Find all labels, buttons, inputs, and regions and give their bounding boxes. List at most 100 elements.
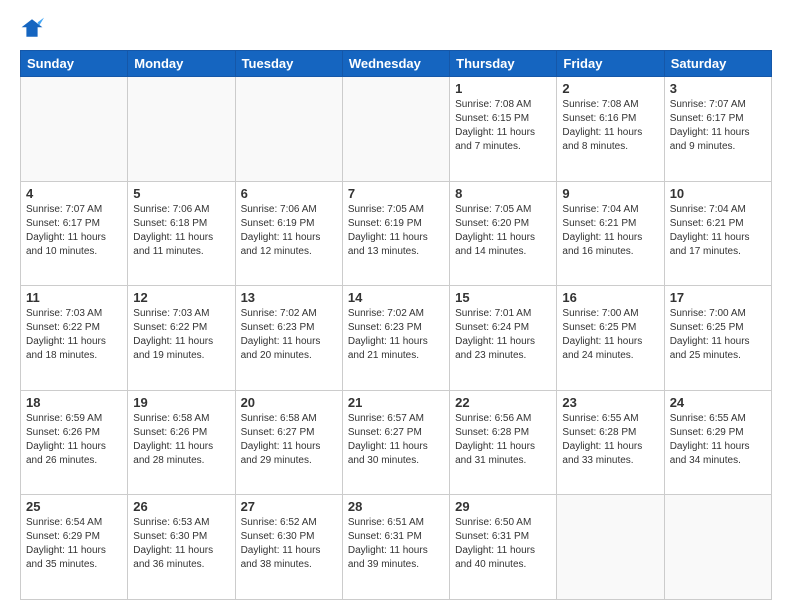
calendar-cell: 20Sunrise: 6:58 AM Sunset: 6:27 PM Dayli… xyxy=(235,390,342,495)
calendar-cell: 7Sunrise: 7:05 AM Sunset: 6:19 PM Daylig… xyxy=(342,181,449,286)
calendar-cell: 15 Sunrise: 7:01 AM Sunset: 6:24 PM Dayli… xyxy=(450,286,557,391)
day-info: Sunrise: 6:52 AM Sunset: 6:30 PM Dayligh… xyxy=(241,516,337,572)
calendar-cell xyxy=(342,77,449,182)
day-info: Sunrise: 7:03 AM Sunset: 6:22 PM Dayligh… xyxy=(133,307,229,363)
calendar-cell: 1Sunrise: 7:08 AM Sunset: 6:15 PM Daylig… xyxy=(450,77,557,182)
calendar-cell: 23 Sunrise: 6:55 AM Sunset: 6:28 PM Dayli… xyxy=(557,390,664,495)
day-number: 28 xyxy=(348,499,444,514)
day-info: Sunrise: 7:02 AM Sunset: 6:23 PM Dayligh… xyxy=(348,307,444,363)
day-header-row: SundayMondayTuesdayWednesdayThursdayFrid… xyxy=(21,51,772,77)
day-number: 3 xyxy=(670,81,766,96)
calendar-cell: 8Sunrise: 7:05 AM Sunset: 6:20 PM Daylig… xyxy=(450,181,557,286)
day-number: 14 xyxy=(348,290,444,305)
calendar-cell: 16 Sunrise: 7:00 AM Sunset: 6:25 PM Dayli… xyxy=(557,286,664,391)
calendar-cell: 6 Sunrise: 7:06 AM Sunset: 6:19 PM Daylig… xyxy=(235,181,342,286)
calendar-cell: 2 Sunrise: 7:08 AM Sunset: 6:16 PM Daylig… xyxy=(557,77,664,182)
day-number: 15 xyxy=(455,290,551,305)
day-number: 27 xyxy=(241,499,337,514)
day-info: Sunrise: 7:02 AM Sunset: 6:23 PM Dayligh… xyxy=(241,307,337,363)
day-header-thursday: Thursday xyxy=(450,51,557,77)
day-number: 17 xyxy=(670,290,766,305)
week-row-1: 4 Sunrise: 7:07 AM Sunset: 6:17 PM Daylig… xyxy=(21,181,772,286)
day-number: 9 xyxy=(562,186,658,201)
calendar-cell xyxy=(664,495,771,600)
day-number: 16 xyxy=(562,290,658,305)
day-info: Sunrise: 7:01 AM Sunset: 6:24 PM Dayligh… xyxy=(455,307,551,363)
calendar-cell xyxy=(235,77,342,182)
calendar-cell: 19 Sunrise: 6:58 AM Sunset: 6:26 PM Dayli… xyxy=(128,390,235,495)
calendar-cell: 27 Sunrise: 6:52 AM Sunset: 6:30 PM Dayli… xyxy=(235,495,342,600)
day-info: Sunrise: 6:57 AM Sunset: 6:27 PM Dayligh… xyxy=(348,412,444,468)
day-info: Sunrise: 7:00 AM Sunset: 6:25 PM Dayligh… xyxy=(670,307,766,363)
day-info: Sunrise: 6:54 AM Sunset: 6:29 PM Dayligh… xyxy=(26,516,122,572)
day-number: 21 xyxy=(348,395,444,410)
calendar-cell: 11Sunrise: 7:03 AM Sunset: 6:22 PM Dayli… xyxy=(21,286,128,391)
day-number: 10 xyxy=(670,186,766,201)
calendar-cell: 5 Sunrise: 7:06 AM Sunset: 6:18 PM Daylig… xyxy=(128,181,235,286)
day-info: Sunrise: 6:56 AM Sunset: 6:28 PM Dayligh… xyxy=(455,412,551,468)
day-number: 12 xyxy=(133,290,229,305)
day-header-wednesday: Wednesday xyxy=(342,51,449,77)
week-row-0: 1Sunrise: 7:08 AM Sunset: 6:15 PM Daylig… xyxy=(21,77,772,182)
day-info: Sunrise: 6:50 AM Sunset: 6:31 PM Dayligh… xyxy=(455,516,551,572)
day-number: 13 xyxy=(241,290,337,305)
day-info: Sunrise: 7:06 AM Sunset: 6:19 PM Dayligh… xyxy=(241,203,337,259)
header xyxy=(20,16,772,40)
calendar-cell: 26Sunrise: 6:53 AM Sunset: 6:30 PM Dayli… xyxy=(128,495,235,600)
day-number: 18 xyxy=(26,395,122,410)
day-info: Sunrise: 7:00 AM Sunset: 6:25 PM Dayligh… xyxy=(562,307,658,363)
calendar-cell: 4 Sunrise: 7:07 AM Sunset: 6:17 PM Daylig… xyxy=(21,181,128,286)
day-info: Sunrise: 6:55 AM Sunset: 6:29 PM Dayligh… xyxy=(670,412,766,468)
calendar-cell xyxy=(557,495,664,600)
day-info: Sunrise: 6:59 AM Sunset: 6:26 PM Dayligh… xyxy=(26,412,122,468)
calendar-cell: 3 Sunrise: 7:07 AM Sunset: 6:17 PM Daylig… xyxy=(664,77,771,182)
calendar-cell: 25 Sunrise: 6:54 AM Sunset: 6:29 PM Dayli… xyxy=(21,495,128,600)
day-header-saturday: Saturday xyxy=(664,51,771,77)
day-number: 5 xyxy=(133,186,229,201)
day-info: Sunrise: 7:07 AM Sunset: 6:17 PM Dayligh… xyxy=(26,203,122,259)
week-row-3: 18 Sunrise: 6:59 AM Sunset: 6:26 PM Dayli… xyxy=(21,390,772,495)
week-row-4: 25 Sunrise: 6:54 AM Sunset: 6:29 PM Dayli… xyxy=(21,495,772,600)
day-info: Sunrise: 6:55 AM Sunset: 6:28 PM Dayligh… xyxy=(562,412,658,468)
day-number: 6 xyxy=(241,186,337,201)
calendar-body: 1Sunrise: 7:08 AM Sunset: 6:15 PM Daylig… xyxy=(21,77,772,600)
day-info: Sunrise: 6:58 AM Sunset: 6:27 PM Dayligh… xyxy=(241,412,337,468)
day-number: 25 xyxy=(26,499,122,514)
day-number: 19 xyxy=(133,395,229,410)
day-info: Sunrise: 7:07 AM Sunset: 6:17 PM Dayligh… xyxy=(670,98,766,154)
day-number: 22 xyxy=(455,395,551,410)
day-number: 1 xyxy=(455,81,551,96)
calendar-cell: 21 Sunrise: 6:57 AM Sunset: 6:27 PM Dayli… xyxy=(342,390,449,495)
day-number: 26 xyxy=(133,499,229,514)
week-row-2: 11 Sunrise: 7:03 AM Sunset: 6:22 PM Dayli… xyxy=(21,286,772,391)
calendar-cell: 14 Sunrise: 7:02 AM Sunset: 6:23 PM Dayli… xyxy=(342,286,449,391)
day-number: 23 xyxy=(562,395,658,410)
day-number: 4 xyxy=(26,186,122,201)
logo xyxy=(20,16,48,40)
day-info: Sunrise: 7:08 AM Sunset: 6:16 PM Dayligh… xyxy=(562,98,658,154)
day-number: 24 xyxy=(670,395,766,410)
calendar-cell: 29Sunrise: 6:50 AM Sunset: 6:31 PM Dayli… xyxy=(450,495,557,600)
day-number: 2 xyxy=(562,81,658,96)
calendar-cell: 24 Sunrise: 6:55 AM Sunset: 6:29 PM Dayli… xyxy=(664,390,771,495)
day-info: Sunrise: 6:58 AM Sunset: 6:26 PM Dayligh… xyxy=(133,412,229,468)
page: SundayMondayTuesdayWednesdayThursdayFrid… xyxy=(0,0,792,612)
day-number: 8 xyxy=(455,186,551,201)
day-number: 7 xyxy=(348,186,444,201)
calendar-cell: 17 Sunrise: 7:00 AM Sunset: 6:25 PM Dayli… xyxy=(664,286,771,391)
calendar-cell xyxy=(21,77,128,182)
day-info: Sunrise: 7:04 AM Sunset: 6:21 PM Dayligh… xyxy=(670,203,766,259)
calendar-cell: 9Sunrise: 7:04 AM Sunset: 6:21 PM Daylig… xyxy=(557,181,664,286)
logo-bird-icon xyxy=(20,16,44,40)
calendar-cell xyxy=(128,77,235,182)
day-info: Sunrise: 7:06 AM Sunset: 6:18 PM Dayligh… xyxy=(133,203,229,259)
calendar-cell: 22 Sunrise: 6:56 AM Sunset: 6:28 PM Dayli… xyxy=(450,390,557,495)
day-header-friday: Friday xyxy=(557,51,664,77)
day-header-tuesday: Tuesday xyxy=(235,51,342,77)
day-number: 11 xyxy=(26,290,122,305)
calendar: SundayMondayTuesdayWednesdayThursdayFrid… xyxy=(20,50,772,600)
day-header-sunday: Sunday xyxy=(21,51,128,77)
calendar-cell: 12 Sunrise: 7:03 AM Sunset: 6:22 PM Dayli… xyxy=(128,286,235,391)
calendar-cell: 28Sunrise: 6:51 AM Sunset: 6:31 PM Dayli… xyxy=(342,495,449,600)
calendar-cell: 18 Sunrise: 6:59 AM Sunset: 6:26 PM Dayli… xyxy=(21,390,128,495)
